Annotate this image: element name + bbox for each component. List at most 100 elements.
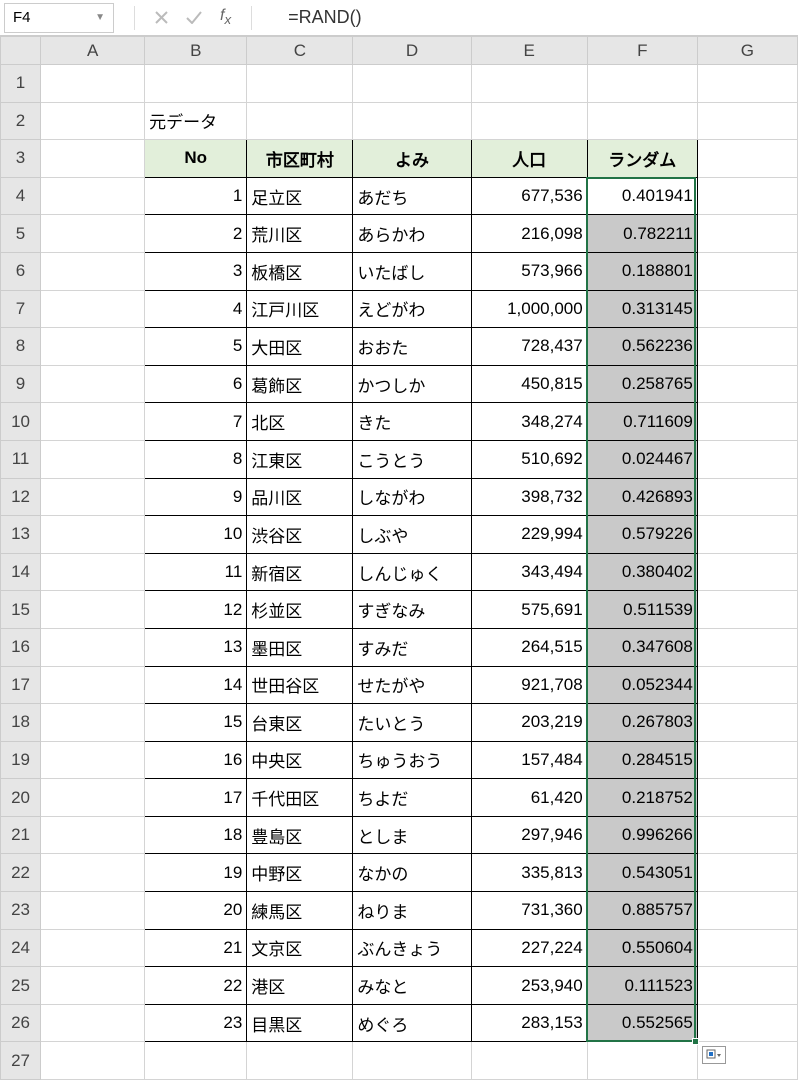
cell-C12[interactable]: 品川区 xyxy=(247,478,353,516)
cell-C7[interactable]: 江戸川区 xyxy=(247,290,353,328)
cell-D12[interactable]: しながわ xyxy=(353,478,471,516)
cell-C21[interactable]: 豊島区 xyxy=(247,816,353,854)
cell-F21[interactable]: 0.996266 xyxy=(587,816,697,854)
row-header-5[interactable]: 5 xyxy=(1,215,41,253)
cell-C5[interactable]: 荒川区 xyxy=(247,215,353,253)
cell-B24[interactable]: 21 xyxy=(145,929,247,967)
row-header-27[interactable]: 27 xyxy=(1,1042,41,1080)
cell-F17[interactable]: 0.052344 xyxy=(587,666,697,704)
cell-F18[interactable]: 0.267803 xyxy=(587,704,697,742)
cell-F22[interactable]: 0.543051 xyxy=(587,854,697,892)
cell-G8[interactable] xyxy=(697,328,797,366)
cell-D24[interactable]: ぶんきょう xyxy=(353,929,471,967)
row-header-3[interactable]: 3 xyxy=(1,140,41,178)
row-header-22[interactable]: 22 xyxy=(1,854,41,892)
cell-E24[interactable]: 227,224 xyxy=(471,929,587,967)
col-header-C[interactable]: C xyxy=(247,37,353,65)
cell-A11[interactable] xyxy=(41,440,145,478)
cell-E5[interactable]: 216,098 xyxy=(471,215,587,253)
cell-E25[interactable]: 253,940 xyxy=(471,967,587,1005)
cell-B17[interactable]: 14 xyxy=(145,666,247,704)
cell-C15[interactable]: 杉並区 xyxy=(247,591,353,629)
cell-D11[interactable]: こうとう xyxy=(353,440,471,478)
row-header-1[interactable]: 1 xyxy=(1,65,41,103)
cell-D15[interactable]: すぎなみ xyxy=(353,591,471,629)
chevron-down-icon[interactable]: ▼ xyxy=(95,12,105,23)
cell-C19[interactable]: 中央区 xyxy=(247,741,353,779)
cell-D22[interactable]: なかの xyxy=(353,854,471,892)
cell-D4[interactable]: あだち xyxy=(353,177,471,215)
cell-G25[interactable] xyxy=(697,967,797,1005)
cell-E26[interactable]: 283,153 xyxy=(471,1004,587,1042)
cell-A9[interactable] xyxy=(41,365,145,403)
cell-C14[interactable]: 新宿区 xyxy=(247,553,353,591)
cell-B25[interactable]: 22 xyxy=(145,967,247,1005)
cell-F11[interactable]: 0.024467 xyxy=(587,440,697,478)
cell-E3[interactable]: 人口 xyxy=(471,140,587,178)
cell-D5[interactable]: あらかわ xyxy=(353,215,471,253)
name-box[interactable]: F4 ▼ xyxy=(4,3,114,33)
cell-A6[interactable] xyxy=(41,252,145,290)
cell-B7[interactable]: 4 xyxy=(145,290,247,328)
cell-D14[interactable]: しんじゅく xyxy=(353,553,471,591)
cell-D1[interactable] xyxy=(353,65,471,103)
cell-A20[interactable] xyxy=(41,779,145,817)
cell-G9[interactable] xyxy=(697,365,797,403)
cell-B19[interactable]: 16 xyxy=(145,741,247,779)
cell-E2[interactable] xyxy=(471,102,587,140)
cancel-icon[interactable] xyxy=(155,11,168,24)
cell-E27[interactable] xyxy=(471,1042,587,1080)
cell-G14[interactable] xyxy=(697,553,797,591)
cell-G24[interactable] xyxy=(697,929,797,967)
row-header-25[interactable]: 25 xyxy=(1,967,41,1005)
row-header-13[interactable]: 13 xyxy=(1,516,41,554)
cell-F20[interactable]: 0.218752 xyxy=(587,779,697,817)
cell-C11[interactable]: 江東区 xyxy=(247,440,353,478)
cell-B22[interactable]: 19 xyxy=(145,854,247,892)
cell-E13[interactable]: 229,994 xyxy=(471,516,587,554)
cell-A5[interactable] xyxy=(41,215,145,253)
cell-C16[interactable]: 墨田区 xyxy=(247,628,353,666)
cell-A4[interactable] xyxy=(41,177,145,215)
cell-F26[interactable]: 0.552565 xyxy=(587,1004,697,1042)
cell-B20[interactable]: 17 xyxy=(145,779,247,817)
cell-D13[interactable]: しぶや xyxy=(353,516,471,554)
cell-B23[interactable]: 20 xyxy=(145,892,247,930)
col-header-A[interactable]: A xyxy=(41,37,145,65)
cell-G10[interactable] xyxy=(697,403,797,441)
cell-C22[interactable]: 中野区 xyxy=(247,854,353,892)
cell-E21[interactable]: 297,946 xyxy=(471,816,587,854)
cell-C23[interactable]: 練馬区 xyxy=(247,892,353,930)
cell-F4[interactable]: 0.401941 xyxy=(587,177,697,215)
cell-A12[interactable] xyxy=(41,478,145,516)
cell-B21[interactable]: 18 xyxy=(145,816,247,854)
cell-G21[interactable] xyxy=(697,816,797,854)
cell-A10[interactable] xyxy=(41,403,145,441)
cell-D8[interactable]: おおた xyxy=(353,328,471,366)
cell-C24[interactable]: 文京区 xyxy=(247,929,353,967)
cell-B16[interactable]: 13 xyxy=(145,628,247,666)
cell-F27[interactable] xyxy=(587,1042,697,1080)
cell-C3[interactable]: 市区町村 xyxy=(247,140,353,178)
cell-G19[interactable] xyxy=(697,741,797,779)
cell-C27[interactable] xyxy=(247,1042,353,1080)
formula-input[interactable] xyxy=(268,3,798,33)
row-header-20[interactable]: 20 xyxy=(1,779,41,817)
row-header-19[interactable]: 19 xyxy=(1,741,41,779)
cell-F8[interactable]: 0.562236 xyxy=(587,328,697,366)
cell-F19[interactable]: 0.284515 xyxy=(587,741,697,779)
cell-G5[interactable] xyxy=(697,215,797,253)
cell-C25[interactable]: 港区 xyxy=(247,967,353,1005)
cell-G13[interactable] xyxy=(697,516,797,554)
cell-C18[interactable]: 台東区 xyxy=(247,704,353,742)
cell-G11[interactable] xyxy=(697,440,797,478)
cell-G2[interactable] xyxy=(697,102,797,140)
autofill-options-button[interactable] xyxy=(702,1046,726,1064)
cell-B27[interactable] xyxy=(145,1042,247,1080)
row-header-4[interactable]: 4 xyxy=(1,177,41,215)
cell-E11[interactable]: 510,692 xyxy=(471,440,587,478)
cell-G7[interactable] xyxy=(697,290,797,328)
cell-A7[interactable] xyxy=(41,290,145,328)
cell-A3[interactable] xyxy=(41,140,145,178)
row-header-9[interactable]: 9 xyxy=(1,365,41,403)
